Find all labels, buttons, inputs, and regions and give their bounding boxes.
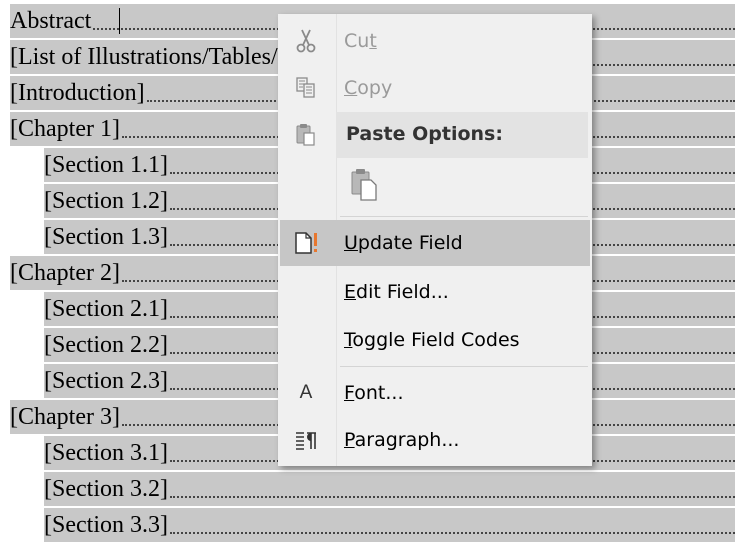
paragraph-icon [278, 417, 334, 463]
toc-entry-text: [Section 1.2] [44, 188, 168, 214]
menu-separator [340, 366, 588, 367]
toc-entry-text: [Chapter 2] [10, 260, 120, 286]
menu-item-toggle-field-codes[interactable]: Toggle Field Codes [278, 317, 592, 363]
toc-entry-text: Abstract [10, 8, 92, 34]
paste-keep-text-button[interactable] [336, 160, 392, 212]
toc-entry-section-3-3[interactable]: [Section 3.3] [44, 508, 735, 542]
menu-item-paragraph[interactable]: Paragraph... [278, 417, 592, 463]
toc-entry-text: [Section 2.1] [44, 296, 168, 322]
update-field-icon [278, 220, 334, 266]
menu-item-label: Paragraph... [344, 429, 460, 451]
menu-item-font[interactable]: A Font... [278, 370, 592, 416]
menu-item-label: Edit Field... [344, 281, 449, 303]
toc-entry-text: [Section 3.3] [44, 512, 168, 538]
text-cursor [119, 8, 120, 34]
menu-item-label: Font... [344, 382, 404, 404]
toc-entry-text: [Section 2.2] [44, 332, 168, 358]
toc-entry-section-3-2[interactable]: [Section 3.2] [44, 472, 735, 506]
menu-item-label: Toggle Field Codes [344, 329, 520, 351]
paste-options-label: Paste Options: [346, 123, 503, 145]
toc-entry-text: [Section 3.2] [44, 476, 168, 502]
toc-entry-text: [Chapter 1] [10, 116, 120, 142]
scissors-icon [278, 18, 334, 64]
toc-entry-text: [Introduction] [10, 80, 145, 106]
menu-separator [340, 216, 588, 217]
menu-item-update-field[interactable]: Update Field [280, 220, 590, 266]
menu-item-label: Cut [344, 30, 377, 52]
menu-item-label: Update Field [344, 232, 463, 254]
toc-entry-text: [Section 3.1] [44, 440, 168, 466]
context-menu: Cut Copy Paste Options: Update Field Edi… [278, 14, 592, 466]
toc-leader [169, 532, 735, 534]
paste-options-header: Paste Options: [336, 112, 588, 158]
menu-item-copy[interactable]: Copy [278, 65, 592, 111]
font-icon: A [299, 382, 313, 403]
menu-item-label: Copy [344, 77, 393, 99]
clipboard-icon [278, 112, 334, 158]
menu-item-edit-field[interactable]: Edit Field... [278, 269, 592, 315]
menu-item-cut[interactable]: Cut [278, 18, 592, 64]
paste-keep-text-icon [349, 166, 379, 206]
toc-entry-text: [Section 1.3] [44, 224, 168, 250]
copy-icon [278, 65, 334, 111]
toc-entry-text: [Section 2.3] [44, 368, 168, 394]
toc-entry-text: [Chapter 3] [10, 404, 120, 430]
toc-entry-text: [Section 1.1] [44, 152, 168, 178]
toc-leader [169, 496, 735, 498]
